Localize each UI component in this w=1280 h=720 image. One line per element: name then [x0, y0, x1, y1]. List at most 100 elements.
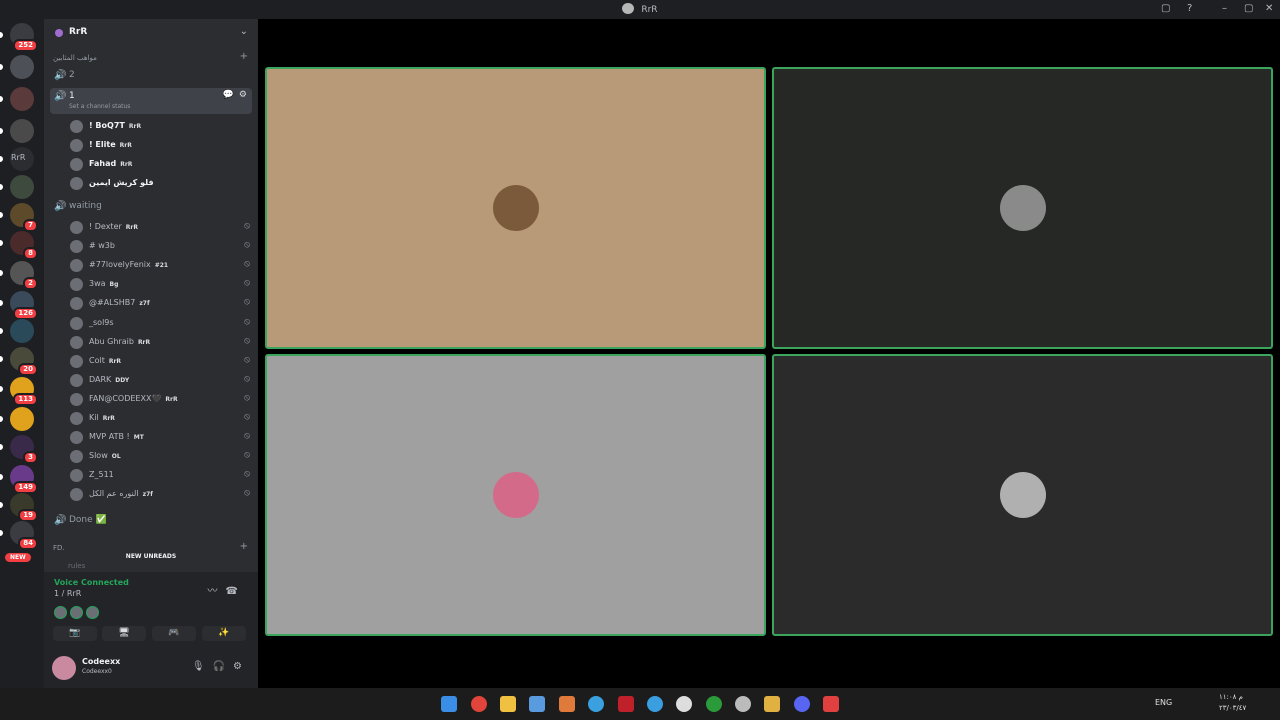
- clock[interactable]: م ١١:٠٨: [1219, 693, 1243, 701]
- server-label: RrR: [11, 153, 26, 162]
- channel-tools-icon[interactable]: 💬 ⚙: [223, 90, 248, 100]
- minimize-button[interactable]: –: [1222, 3, 1227, 14]
- title-avatar-icon: [622, 3, 635, 14]
- guild-tag: z7f: [139, 300, 150, 308]
- activity-button[interactable]: 🎮: [152, 626, 196, 641]
- voice-user[interactable]: 3wa Bg ⦸: [70, 276, 252, 293]
- video-tile[interactable]: [265, 354, 766, 636]
- telegram-icon[interactable]: [647, 696, 663, 712]
- voice-user[interactable]: Z_511 ⦸: [70, 467, 252, 484]
- camera-button[interactable]: 📷: [53, 626, 97, 641]
- new-unreads-banner[interactable]: NEW UNREADS: [44, 553, 258, 560]
- voice-channel-waiting[interactable]: 🔊 waiting: [50, 198, 252, 216]
- xbox-icon[interactable]: [706, 696, 722, 712]
- add-channel-icon[interactable]: +: [240, 51, 248, 62]
- store-icon[interactable]: [529, 696, 545, 712]
- voice-user[interactable]: MVP ATB ! MT ⦸: [70, 429, 252, 446]
- new-badge[interactable]: NEW: [5, 553, 31, 562]
- steam-icon[interactable]: [676, 696, 692, 712]
- server-icon[interactable]: [10, 407, 34, 431]
- close-button[interactable]: ✕: [1265, 3, 1273, 14]
- inbox-icon[interactable]: ▢: [1161, 3, 1170, 14]
- server-icon[interactable]: [10, 55, 34, 79]
- app-icon[interactable]: [764, 696, 780, 712]
- discord-icon[interactable]: [794, 696, 810, 712]
- voice-user[interactable]: _sol9s ⦸: [70, 315, 252, 332]
- voice-location[interactable]: 1 / RrR: [54, 589, 81, 598]
- voice-user[interactable]: فلو كريش ايمين: [70, 175, 252, 192]
- guild-tag: OL: [111, 453, 121, 461]
- voice-channel-2[interactable]: 🔊 2: [50, 67, 252, 85]
- user-name: Slow OL: [89, 451, 121, 460]
- voice-user[interactable]: Slow OL ⦸: [70, 448, 252, 465]
- participant-avatar: [1000, 185, 1046, 231]
- server-icon[interactable]: 2: [10, 261, 38, 290]
- soundboard-button[interactable]: ✨: [202, 626, 246, 641]
- server-icon[interactable]: 8: [10, 231, 38, 260]
- server-icon[interactable]: 7: [10, 203, 38, 232]
- explorer-icon[interactable]: [500, 696, 516, 712]
- voice-user[interactable]: Kil RrR ⦸: [70, 410, 252, 427]
- guild-header[interactable]: RrR ⌄: [44, 19, 258, 47]
- chevron-down-icon[interactable]: ⌄: [240, 26, 248, 37]
- voice-user[interactable]: ! BoQ7T RrR: [70, 118, 252, 135]
- voice-channel-done[interactable]: 🔊 Done ✅: [50, 512, 252, 530]
- voice-status[interactable]: Voice Connected: [54, 578, 129, 587]
- video-tile[interactable]: [265, 67, 766, 349]
- gear-icon[interactable]: ⚙: [233, 661, 250, 672]
- channel-status[interactable]: Set a channel status: [69, 103, 130, 110]
- voice-user[interactable]: @#ALSHB7 z7f ⦸: [70, 295, 252, 312]
- category-header-2[interactable]: FD.: [53, 544, 65, 552]
- headphones-icon[interactable]: 🎧: [213, 661, 233, 672]
- user-avatar: [70, 450, 83, 464]
- noise-icon[interactable]: 〰: [208, 586, 226, 597]
- server-icon[interactable]: 84: [10, 521, 38, 550]
- video-tile[interactable]: [772, 67, 1273, 349]
- voice-user[interactable]: ! Elite RrR: [70, 137, 252, 154]
- app-icon[interactable]: [735, 696, 751, 712]
- voice-user[interactable]: #77lovelyFenix #21 ⦸: [70, 257, 252, 274]
- muted-icon: ⦸: [244, 431, 250, 442]
- date[interactable]: ٢٣/٠٣/٤٧: [1219, 704, 1246, 712]
- start-icon[interactable]: [441, 696, 457, 712]
- server-icon[interactable]: 113: [10, 377, 38, 406]
- server-icon[interactable]: 252: [10, 23, 38, 52]
- maximize-button[interactable]: ▢: [1244, 3, 1253, 14]
- voice-channel-1[interactable]: 🔊 1 Set a channel status 💬 ⚙: [50, 88, 252, 114]
- server-icon[interactable]: 149: [10, 465, 38, 494]
- voice-user[interactable]: Fahad RrR: [70, 156, 252, 173]
- voice-user[interactable]: DARK DDY ⦸: [70, 372, 252, 389]
- help-icon[interactable]: ?: [1187, 3, 1192, 14]
- server-icon[interactable]: [10, 119, 34, 143]
- screenshare-button[interactable]: 🖥: [102, 626, 146, 641]
- chrome-icon[interactable]: [471, 696, 487, 712]
- guild-tag: RrR: [125, 224, 138, 231]
- partial-channel[interactable]: rules: [68, 562, 85, 570]
- voice-user[interactable]: FAN@CODEEXX🖤 RrR ⦸: [70, 391, 252, 408]
- disconnect-icon[interactable]: ☎: [226, 586, 246, 597]
- server-icon[interactable]: [10, 87, 34, 111]
- server-icon[interactable]: [10, 319, 34, 343]
- user-avatar[interactable]: [52, 656, 76, 680]
- telegram-icon[interactable]: [588, 696, 604, 712]
- server-icon[interactable]: 3: [10, 435, 38, 464]
- user-name[interactable]: Codeexx: [82, 657, 120, 666]
- language-indicator[interactable]: ENG: [1155, 698, 1172, 707]
- server-icon[interactable]: 20: [10, 347, 38, 376]
- mic-icon[interactable]: 🎙: [192, 661, 213, 672]
- video-tile[interactable]: [772, 354, 1273, 636]
- app-icon[interactable]: [559, 696, 575, 712]
- category-header[interactable]: مواهب المثابين: [53, 54, 97, 62]
- app-icon[interactable]: [618, 696, 634, 712]
- voice-user[interactable]: Colt RrR ⦸: [70, 353, 252, 370]
- server-icon[interactable]: 126: [10, 291, 38, 320]
- voice-user[interactable]: Abu Ghraib RrR ⦸: [70, 334, 252, 351]
- voice-user[interactable]: النوره عم الكل z7f ⦸: [70, 486, 252, 503]
- server-icon[interactable]: 19: [10, 493, 38, 522]
- voice-user[interactable]: ! Dexter RrR ⦸: [70, 219, 252, 236]
- add-channel-icon[interactable]: +: [240, 541, 248, 552]
- server-icon[interactable]: RrR: [10, 147, 34, 171]
- server-icon[interactable]: [10, 175, 34, 199]
- app-icon[interactable]: [823, 696, 839, 712]
- voice-user[interactable]: # w3b ⦸: [70, 238, 252, 255]
